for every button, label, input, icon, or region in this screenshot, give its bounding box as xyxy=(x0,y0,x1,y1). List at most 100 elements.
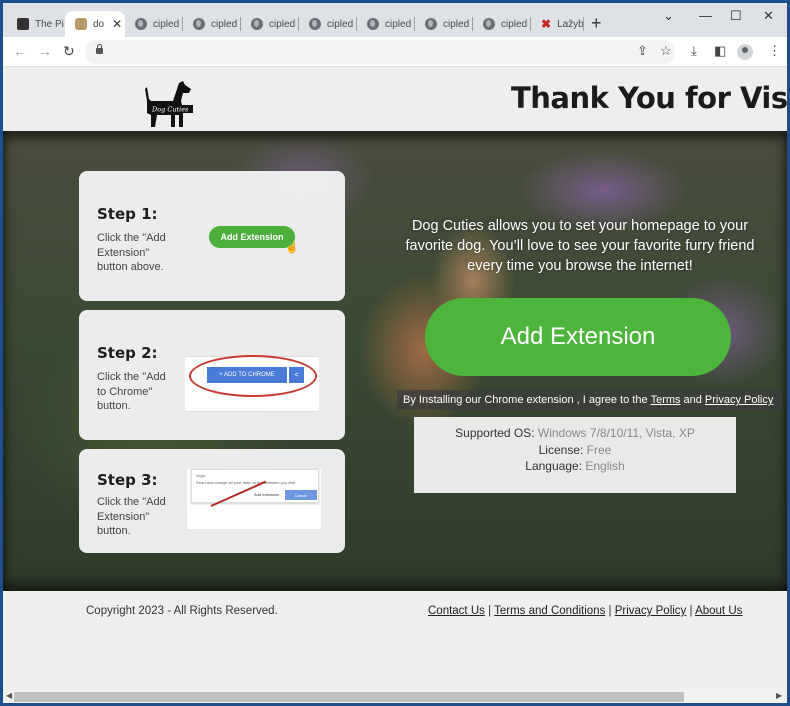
step-title: Step 2: xyxy=(97,344,158,362)
about-us-link[interactable]: About Us xyxy=(695,605,742,617)
printer-icon xyxy=(17,18,29,30)
separator: | xyxy=(608,605,612,617)
browser-window: The Pi do ✕ cipled cipled cipled cipled … xyxy=(3,3,787,703)
tab-label: cipled xyxy=(443,18,470,30)
hero-section: Step 1: Click the "Add Extension" button… xyxy=(3,131,787,591)
tab-label: cipled xyxy=(385,18,412,30)
info-row-license: License: Free xyxy=(414,442,736,459)
side-panel-icon[interactable]: ◧ xyxy=(714,43,726,59)
step-add-extension-illustration: Add Extension xyxy=(209,226,295,248)
step-text: Click the "Add Extension" button. xyxy=(97,496,166,537)
tab-separator xyxy=(583,17,584,31)
step-title: Step 1: xyxy=(97,205,158,223)
dialog-cancel-label: Cancel xyxy=(285,490,317,500)
close-window-button[interactable]: ✕ xyxy=(763,8,774,24)
info-row-os: Supported OS: Windows 7/8/10/11, Vista, … xyxy=(414,425,736,442)
tab-lazyb[interactable]: ✖ Lažyb xyxy=(531,11,584,37)
share-icon[interactable]: ⇪ xyxy=(637,43,648,59)
footer-links: Contact Us | Terms and Conditions | Priv… xyxy=(428,605,742,617)
tab-cipled-1[interactable]: cipled xyxy=(125,11,182,37)
terms-link[interactable]: Terms xyxy=(651,394,681,406)
privacy-link[interactable]: Privacy Policy xyxy=(705,394,773,406)
extension-dialog-illustration: Dogs Read and change all your data on th… xyxy=(187,469,321,529)
back-button[interactable]: ← xyxy=(13,43,27,59)
contact-us-link[interactable]: Contact Us xyxy=(428,605,485,617)
scrollbar-thumb[interactable] xyxy=(14,692,684,702)
dog-cuties-logo[interactable]: Dog Cuties xyxy=(139,79,195,129)
tab-label: cipled xyxy=(211,18,238,30)
globe-icon xyxy=(251,18,263,30)
step-card-2: Step 2: Click the "Add to Chrome" button… xyxy=(79,310,345,440)
tab-label: cipled xyxy=(327,18,354,30)
dialog-title: Dogs xyxy=(196,473,206,478)
tab-cipled-3[interactable]: cipled xyxy=(241,11,298,37)
privacy-policy-link[interactable]: Privacy Policy xyxy=(615,605,687,617)
agree-and: and xyxy=(683,394,702,406)
site-header: Dog Cuties Thank You for Visit! xyxy=(3,67,787,131)
tab-dog-cuties[interactable]: do ✕ xyxy=(65,11,125,37)
new-tab-button[interactable]: + xyxy=(591,13,602,34)
tab-label: cipled xyxy=(153,18,180,30)
forward-button[interactable]: → xyxy=(38,43,52,59)
red-figure-icon: ✖ xyxy=(541,17,552,31)
terms-conditions-link[interactable]: Terms and Conditions xyxy=(494,605,605,617)
tab-cipled-4[interactable]: cipled xyxy=(299,11,356,37)
close-tab-icon[interactable]: ✕ xyxy=(112,17,122,31)
tab-label: Lažyb xyxy=(557,18,584,30)
info-row-language: Language: English xyxy=(414,458,736,475)
tab-label: cipled xyxy=(501,18,528,30)
info-value: English xyxy=(585,459,625,473)
globe-icon xyxy=(193,18,205,30)
dialog-text: Read and change all your data on the web… xyxy=(196,480,295,485)
info-key: Supported OS: xyxy=(455,426,535,440)
dog-favicon-icon xyxy=(75,18,87,30)
globe-icon xyxy=(425,18,437,30)
globe-icon xyxy=(309,18,321,30)
separator: | xyxy=(689,605,693,617)
minimize-button[interactable]: — xyxy=(699,8,712,23)
info-box: Supported OS: Windows 7/8/10/11, Vista, … xyxy=(414,417,736,493)
agree-text: By Installing our Chrome extension , I a… xyxy=(403,394,648,406)
step-card-1: Step 1: Click the "Add Extension" button… xyxy=(79,171,345,301)
download-icon[interactable]: ⤓ xyxy=(691,43,697,59)
profile-avatar[interactable] xyxy=(737,44,753,60)
tab-label: do xyxy=(93,18,105,30)
reload-button[interactable]: ↻ xyxy=(63,43,75,60)
red-circle-highlight xyxy=(189,355,317,397)
maximize-button[interactable]: ☐ xyxy=(730,8,742,24)
tab-label: The Pi xyxy=(35,18,64,30)
info-value: Windows 7/8/10/11, Vista, XP xyxy=(537,426,695,440)
tab-search-button[interactable]: ⌄ xyxy=(663,8,674,24)
agreement-notice: By Installing our Chrome extension , I a… xyxy=(397,390,783,410)
info-key: License: xyxy=(538,442,584,457)
step-text: Click the "Add to Chrome" button. xyxy=(97,371,166,412)
address-bar[interactable] xyxy=(85,40,675,64)
step-title: Step 3: xyxy=(97,471,158,489)
tab-cipled-5[interactable]: cipled xyxy=(357,11,414,37)
tab-cipled-6[interactable]: cipled xyxy=(415,11,472,37)
bookmark-star-icon[interactable]: ☆ xyxy=(660,43,672,59)
dialog-add-label: Add extension xyxy=(254,492,280,497)
description: Dog Cuties allows you to set your homepa… xyxy=(405,218,755,274)
web-page: Dog Cuties Thank You for Visit! Step 1: … xyxy=(3,67,787,691)
tab-cipled-2[interactable]: cipled xyxy=(183,11,240,37)
separator: | xyxy=(488,605,492,617)
scroll-right-arrow-icon[interactable]: ▶ xyxy=(776,691,782,700)
page-title: Thank You for Visit! xyxy=(511,81,787,115)
horizontal-scrollbar[interactable]: ◀ ▶ xyxy=(3,691,787,703)
step-text: Click the "Add Extension" button above. xyxy=(97,232,166,273)
menu-kebab-icon[interactable]: ⋮ xyxy=(768,43,781,59)
tab-strip: The Pi do ✕ cipled cipled cipled cipled … xyxy=(3,3,787,37)
scroll-left-arrow-icon[interactable]: ◀ xyxy=(6,691,12,700)
svg-text:Dog Cuties: Dog Cuties xyxy=(151,106,189,114)
globe-icon xyxy=(367,18,379,30)
tab-label: cipled xyxy=(269,18,296,30)
info-key: Language: xyxy=(525,459,583,473)
add-to-chrome-illustration: + ADD TO CHROME < xyxy=(185,355,319,412)
tab-the-pi[interactable]: The Pi xyxy=(7,11,65,37)
info-value: Free xyxy=(586,442,612,457)
add-extension-button[interactable]: Add Extension xyxy=(425,298,731,376)
browser-toolbar: ← → ↻ ⇪ ☆ ⤓ ◧ ⋮ xyxy=(3,37,787,67)
step-card-3: Step 3: Click the "Add Extension" button… xyxy=(79,449,345,553)
tab-cipled-7[interactable]: cipled xyxy=(473,11,530,37)
